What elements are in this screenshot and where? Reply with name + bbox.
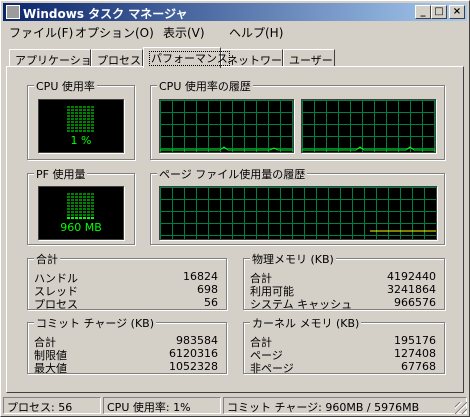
stat-row-kernel-nonpaged: 非ページ 67768: [250, 360, 436, 375]
stat-row-system-cache: システム キャッシュ 966576: [250, 296, 436, 311]
cpu-history-line-2: [302, 146, 435, 151]
totals-group: 合計 ハンドル 16824 スレッド 698 プロセス 56: [27, 251, 227, 311]
task-manager-window: Windows タスク マネージャ _ □ × ファイル(F) オプション(O)…: [0, 0, 470, 417]
tab-applications[interactable]: アプリケーション: [9, 49, 103, 67]
commit-charge-group: コミット チャージ (KB) 合計 983584 制限値 6120316 最大値 10…: [27, 315, 227, 375]
pf-usage-value: 960 MB: [60, 221, 102, 234]
stat-value: 127408: [394, 347, 436, 360]
minimize-button[interactable]: _: [415, 5, 431, 19]
status-bar: プロセス: 56 CPU 使用率: 1% コミット チャージ: 960MB / …: [3, 397, 467, 414]
window-title: Windows タスク マネージャ: [23, 7, 188, 21]
stat-value: 195176: [394, 334, 436, 347]
meter-segment: [67, 199, 95, 201]
stat-row-processes: プロセス 56: [34, 296, 218, 311]
menu-options[interactable]: オプション(O): [75, 24, 154, 41]
menu-bar: ファイル(F) オプション(O) 表示(V) ヘルプ(H): [3, 22, 467, 40]
tab-performance[interactable]: パフォーマンス: [143, 47, 230, 68]
meter-segment: [67, 115, 95, 117]
pf-history-title: ページ ファイル使用量の履歴: [157, 166, 308, 182]
meter-segment: [67, 124, 95, 126]
stat-row-physical-available: 利用可能 3241864: [250, 283, 436, 298]
stat-value: 3241864: [387, 283, 436, 296]
cpu-history-title: CPU 使用率の履歴: [157, 78, 253, 94]
cpu-usage-bars: [67, 106, 95, 133]
resize-grip[interactable]: [455, 402, 467, 414]
pf-usage-meter: 960 MB: [38, 186, 124, 240]
stat-value: 4192440: [387, 270, 436, 283]
pf-history-graph: [159, 186, 437, 240]
stat-label: システム キャッシュ: [250, 298, 353, 311]
meter-segment: [67, 109, 95, 111]
stat-row-kernel-paged: ページ 127408: [250, 347, 436, 362]
close-button[interactable]: ×: [449, 5, 465, 19]
stat-value: 1052328: [169, 360, 218, 373]
cpu-history-graph-2: [301, 99, 436, 153]
stat-value: 966576: [394, 296, 436, 309]
performance-panel: CPU 使用率 1 % CPU 使用率の履歴 PF 使用量 960 MB ページ…: [6, 66, 464, 393]
commit-charge-title: コミット チャージ (KB): [34, 315, 157, 331]
meter-segment: [67, 205, 95, 207]
meter-segment: [67, 196, 95, 198]
meter-segment: [67, 217, 95, 219]
cpu-usage-meter: 1 %: [38, 99, 124, 153]
stat-value: 698: [197, 283, 218, 296]
meter-segment: [67, 130, 95, 132]
meter-segment: [67, 127, 95, 129]
menu-help[interactable]: ヘルプ(H): [229, 24, 283, 41]
meter-segment: [67, 208, 95, 210]
stat-row-physical-total: 合計 4192440: [250, 270, 436, 285]
stat-row-handles: ハンドル 16824: [34, 270, 218, 285]
stat-value: 67768: [401, 360, 436, 373]
meter-segment: [67, 112, 95, 114]
stat-value: 16824: [183, 270, 218, 283]
tab-label: パフォーマンス: [149, 51, 230, 66]
stat-row-kernel-total: 合計 195176: [250, 334, 436, 349]
menu-file[interactable]: ファイル(F): [9, 24, 73, 41]
cpu-history-group: CPU 使用率の履歴: [150, 78, 445, 160]
stat-row-commit-limit: 制限値 6120316: [34, 347, 218, 362]
stat-value: 983584: [176, 334, 218, 347]
cpu-usage-value: 1 %: [70, 134, 92, 147]
stat-row-commit-total: 合計 983584: [34, 334, 218, 349]
cpu-usage-title: CPU 使用率: [34, 78, 97, 94]
meter-segment: [67, 118, 95, 120]
stat-label: プロセス: [34, 298, 78, 311]
physical-memory-title: 物理メモリ (KB): [250, 251, 336, 267]
pf-history-line: [370, 230, 436, 232]
kernel-memory-title: カーネル メモリ (KB): [250, 315, 362, 331]
meter-segment: [67, 211, 95, 213]
pf-usage-bars: [67, 193, 95, 220]
physical-memory-group: 物理メモリ (KB) 合計 4192440 利用可能 3241864 システム キャ…: [243, 251, 445, 311]
cpu-usage-group: CPU 使用率 1 %: [27, 78, 135, 160]
tab-network[interactable]: ネットワーク: [221, 49, 293, 67]
app-icon: [6, 5, 20, 19]
title-bar[interactable]: Windows タスク マネージャ _ □ ×: [3, 3, 467, 21]
stat-value: 6120316: [169, 347, 218, 360]
maximize-button[interactable]: □: [431, 5, 447, 19]
stat-label: 最大値: [34, 362, 67, 375]
meter-segment: [67, 214, 95, 216]
stat-value: 56: [204, 296, 218, 309]
meter-segment: [67, 193, 95, 195]
status-commit: コミット チャージ: 960MB / 5976MB: [223, 397, 467, 414]
cpu-history-line-1: [160, 146, 293, 151]
tab-processes[interactable]: プロセス: [91, 49, 143, 67]
meter-segment: [67, 202, 95, 204]
status-processes: プロセス: 56: [3, 397, 101, 414]
stat-row-commit-peak: 最大値 1052328: [34, 360, 218, 375]
totals-title: 合計: [34, 251, 60, 267]
menu-view[interactable]: 表示(V): [163, 24, 205, 41]
cpu-history-graph-1: [159, 99, 294, 153]
status-cpu: CPU 使用率: 1%: [103, 397, 221, 414]
kernel-memory-group: カーネル メモリ (KB) 合計 195176 ページ 127408 非ページ 677…: [243, 315, 445, 375]
tab-users[interactable]: ユーザー: [283, 49, 335, 67]
pf-usage-group: PF 使用量 960 MB: [27, 166, 135, 245]
meter-segment: [67, 121, 95, 123]
pf-usage-title: PF 使用量: [34, 166, 88, 182]
pf-history-group: ページ ファイル使用量の履歴: [150, 166, 445, 245]
stat-label: 非ページ: [250, 362, 294, 375]
meter-segment: [67, 106, 95, 108]
stat-row-threads: スレッド 698: [34, 283, 218, 298]
